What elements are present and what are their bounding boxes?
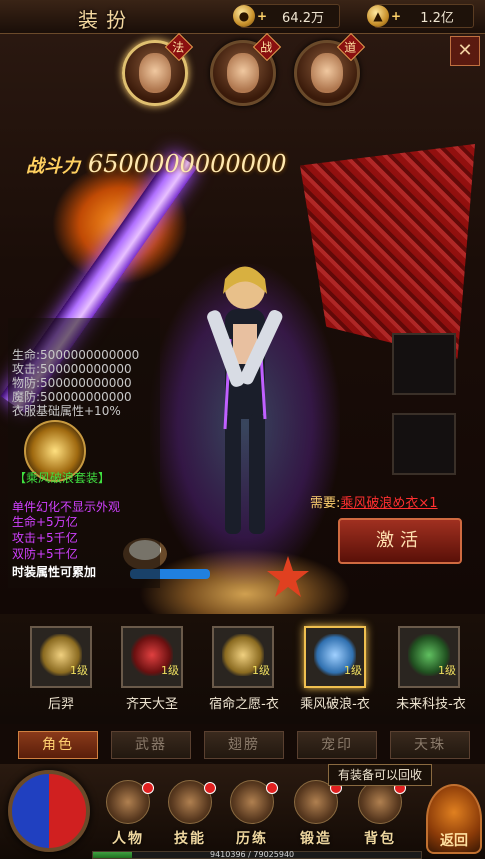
requirement-item[interactable]: 乘风破浪め衣×1	[340, 496, 437, 511]
costume-item[interactable]: 1级	[212, 626, 274, 688]
add-gold-icon[interactable]: +	[257, 9, 267, 23]
tab-pet-seal[interactable]: 宠印	[297, 731, 377, 759]
costume-name: 乘风破浪-衣	[300, 697, 370, 712]
stat-hp: 生命:5000000000000	[12, 348, 140, 362]
combat-power: 战斗力 6500000000000	[26, 150, 287, 178]
notification-dot	[142, 782, 154, 794]
close-button[interactable]: ✕	[450, 36, 480, 66]
equip-slot[interactable]	[392, 333, 456, 395]
tab-wings[interactable]: 翅膀	[204, 731, 284, 759]
stat-magic-def: 魔防:500000000000	[12, 390, 132, 404]
character-tab-mage[interactable]: 法	[122, 32, 194, 106]
costume-item[interactable]: 1级	[398, 626, 460, 688]
suit-note: 单件幻化不显示外观	[12, 500, 121, 514]
gold-counter: ● + 64.2万	[233, 4, 340, 28]
costume-name: 齐天大圣	[125, 697, 178, 712]
suit-bonus-hp: 生命+5万亿	[12, 515, 78, 529]
costume-item[interactable]: 1级	[121, 626, 183, 688]
costume-item-selected[interactable]: 1级	[304, 626, 366, 688]
nav-character[interactable]: 人物	[98, 778, 158, 848]
exp-text: 9410396 / 79025940	[210, 850, 295, 859]
back-button[interactable]: 返回	[426, 784, 482, 854]
requirement: 需要:乘风破浪め衣×1	[310, 492, 438, 511]
costume-name: 后羿	[47, 697, 74, 712]
notification-dot	[204, 782, 216, 794]
character-tab-taoist[interactable]: 道	[294, 32, 366, 106]
combat-power-value: 6500000000000	[88, 150, 287, 178]
character-tab-warrior[interactable]: 战	[210, 32, 282, 106]
avatar	[139, 53, 171, 93]
close-icon: ✕	[457, 40, 473, 61]
ingot-counter: ▲ + 1.2亿	[367, 4, 474, 28]
gold-coin-icon: ●	[233, 5, 255, 27]
nav-skills[interactable]: 技能	[160, 778, 220, 848]
requirement-label: 需要:	[310, 496, 341, 511]
suit-bonus-defense: 双防+5千亿	[12, 547, 78, 561]
costume-name: 未来科技-衣	[396, 697, 466, 712]
tab-weapon[interactable]: 武器	[111, 731, 191, 759]
suit-bonus-attack: 攻击+5千亿	[12, 531, 78, 545]
notification-dot	[266, 782, 278, 794]
equip-slot[interactable]	[392, 413, 456, 475]
exp-bar-fill	[93, 852, 133, 858]
yin-yang-icon[interactable]	[8, 770, 90, 852]
ingot-value: 1.2亿	[420, 10, 454, 26]
avatar	[227, 53, 259, 93]
gold-value: 64.2万	[282, 10, 324, 26]
stack-note: 时装属性可累加	[12, 565, 97, 579]
nav-training[interactable]: 历练	[222, 778, 282, 848]
nav-bag[interactable]: 背包	[350, 778, 410, 848]
activate-button[interactable]: 激活	[338, 518, 462, 564]
starfish	[267, 556, 309, 597]
suit-name: 【乘风破浪套装】	[14, 471, 111, 485]
recycle-tooltip: 有装备可以回收	[328, 764, 432, 786]
avatar	[311, 53, 343, 93]
nav-forge[interactable]: 锻造	[286, 778, 346, 848]
stat-base-bonus: 衣服基础属性+10%	[12, 404, 121, 418]
page-title: 装扮	[78, 8, 134, 32]
costume-name: 宿命之愿-衣	[209, 697, 279, 712]
costume-item[interactable]: 1级	[30, 626, 92, 688]
tab-orb[interactable]: 天珠	[390, 731, 470, 759]
add-ingot-icon[interactable]: +	[391, 9, 401, 23]
ingot-icon: ▲	[367, 5, 389, 27]
tab-role[interactable]: 角色	[18, 731, 98, 759]
combat-power-label: 战斗力	[26, 156, 80, 177]
stat-phys-def: 物防:500000000000	[12, 376, 132, 390]
stat-attack: 攻击:500000000000	[12, 362, 132, 376]
